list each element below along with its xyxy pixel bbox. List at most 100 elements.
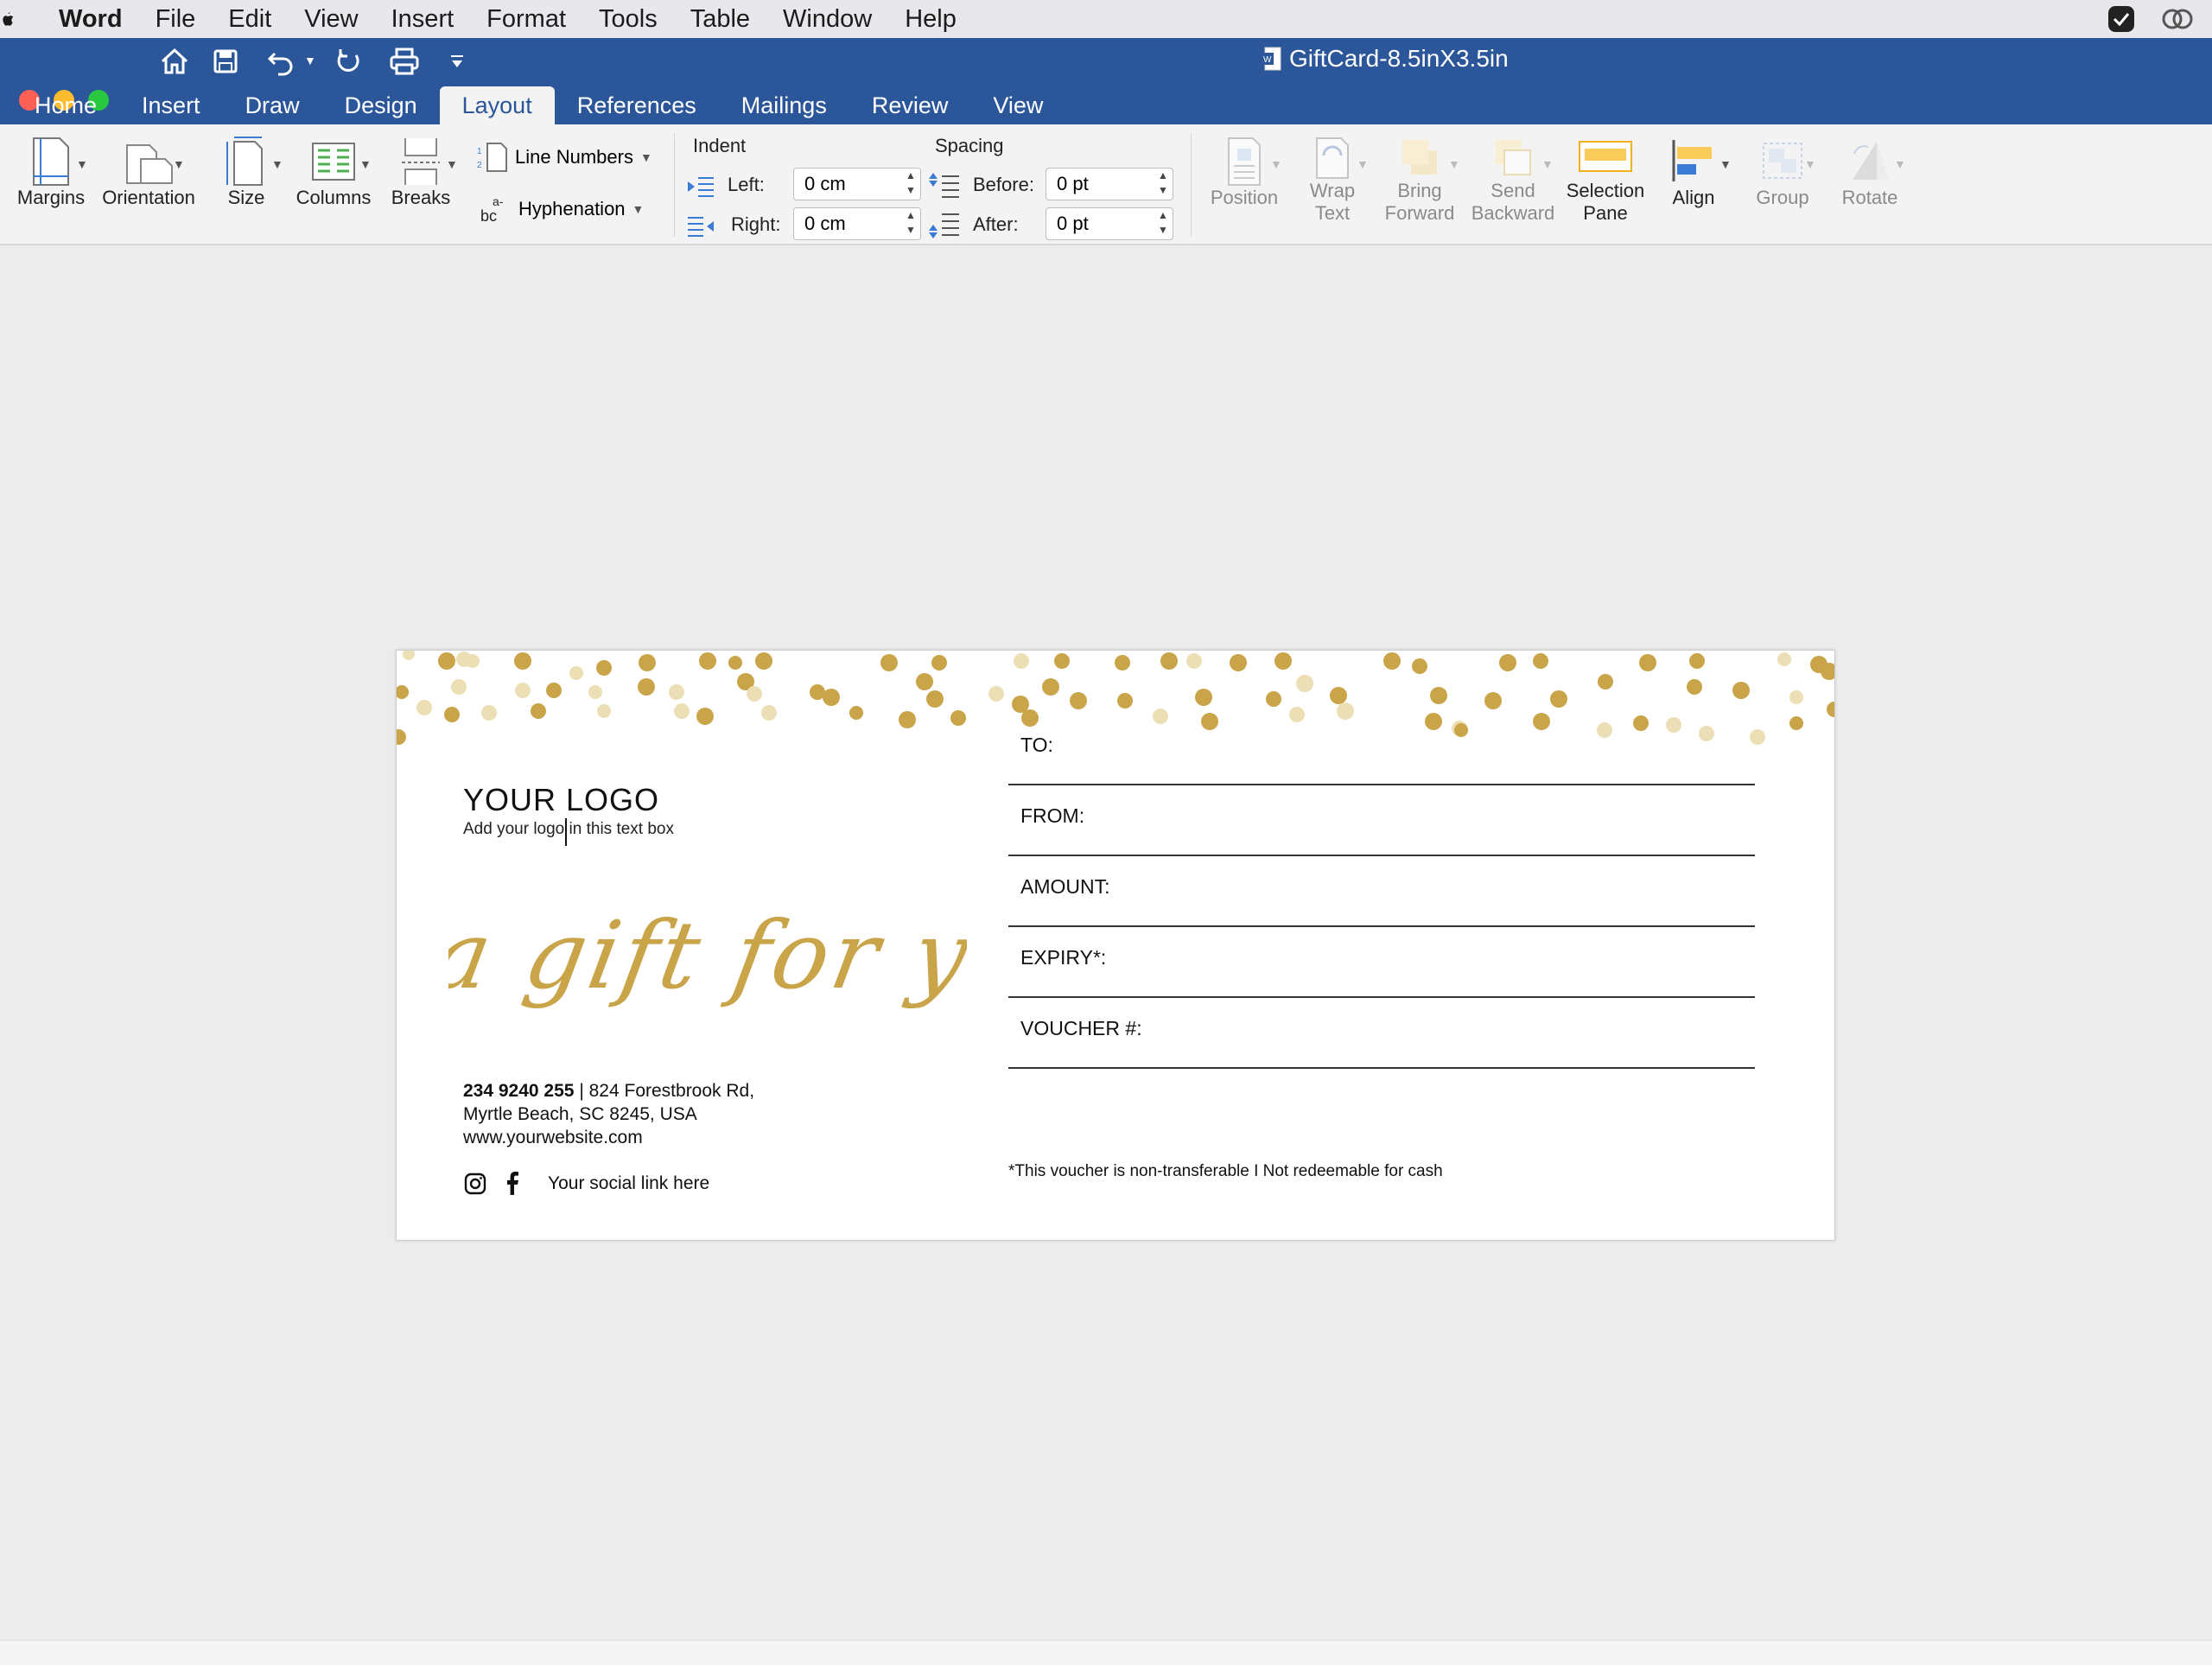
- undo-dropdown-icon[interactable]: ▼: [304, 54, 316, 67]
- menu-format[interactable]: Format: [486, 5, 566, 34]
- orientation-button[interactable]: Orientation: [97, 137, 200, 209]
- line-numbers-dropdown-icon[interactable]: ▼: [640, 150, 652, 164]
- breaks-button[interactable]: Breaks: [384, 137, 458, 209]
- send-backward-button[interactable]: Send Backward: [1467, 137, 1559, 225]
- confetti-dot: [1412, 658, 1427, 674]
- tab-references[interactable]: References: [555, 86, 719, 124]
- voucher-number-field[interactable]: VOUCHER #:: [1008, 998, 1755, 1069]
- send-backward-dropdown-icon[interactable]: ▼: [1541, 157, 1554, 171]
- menu-help[interactable]: Help: [905, 5, 957, 34]
- wrap-text-button[interactable]: Wrap Text: [1296, 137, 1369, 225]
- indent-left-stepper[interactable]: ▲ ▼: [905, 168, 917, 200]
- menu-window[interactable]: Window: [783, 5, 872, 34]
- tab-home[interactable]: Home: [12, 86, 119, 124]
- line-numbers-button[interactable]: 12 Line Numbers ▼: [477, 142, 652, 173]
- margins-button[interactable]: Margins: [12, 137, 90, 209]
- home-icon[interactable]: [159, 47, 190, 76]
- confetti-dot: [1499, 654, 1516, 671]
- hyphenation-dropdown-icon[interactable]: ▼: [632, 202, 645, 216]
- menu-file[interactable]: File: [156, 5, 196, 34]
- orientation-dropdown-icon[interactable]: ▼: [173, 157, 185, 171]
- size-button[interactable]: Size: [207, 137, 285, 209]
- print-icon[interactable]: [389, 47, 420, 76]
- columns-dropdown-icon[interactable]: ▼: [359, 157, 372, 171]
- orientation-label: Orientation: [102, 187, 195, 208]
- bring-forward-dropdown-icon[interactable]: ▼: [1448, 157, 1460, 171]
- creative-cloud-icon[interactable]: [2160, 4, 2195, 34]
- columns-button[interactable]: Columns: [292, 137, 375, 209]
- document-page[interactable]: YOUR LOGO Add your logo in this text box…: [396, 650, 1835, 1241]
- tab-view[interactable]: View: [970, 86, 1065, 124]
- group-label: Group: [1756, 187, 1809, 208]
- contact-block[interactable]: 234 9240 255 | 824 Forestbrook Rd, Myrtl…: [463, 1079, 754, 1149]
- svg-text:W: W: [1263, 55, 1272, 65]
- confetti-dot: [1054, 653, 1070, 669]
- spacing-after-field[interactable]: 0 pt ▲ ▼: [1046, 207, 1173, 240]
- spacing-title: Spacing: [935, 135, 1004, 156]
- indent-right-field[interactable]: 0 cm ▲ ▼: [793, 207, 921, 240]
- tab-mailings[interactable]: Mailings: [719, 86, 849, 124]
- social-row[interactable]: Your social link here: [463, 1172, 709, 1196]
- checkmark-status-icon[interactable]: [2107, 4, 2136, 34]
- redo-icon[interactable]: [334, 47, 363, 76]
- tab-review[interactable]: Review: [849, 86, 971, 124]
- menu-edit[interactable]: Edit: [228, 5, 271, 34]
- selection-pane-button[interactable]: Selection Pane: [1562, 137, 1649, 225]
- send-backward-label-2: Backward: [1471, 202, 1555, 224]
- indent-left-label: Left:: [728, 174, 765, 195]
- tab-layout[interactable]: Layout: [439, 86, 555, 124]
- confetti-dot: [669, 684, 684, 700]
- align-dropdown-icon[interactable]: ▼: [1719, 157, 1732, 171]
- size-dropdown-icon[interactable]: ▼: [271, 157, 283, 171]
- group-dropdown-icon[interactable]: ▼: [1804, 157, 1816, 171]
- hyphenation-button[interactable]: a-bc Hyphenation ▼: [480, 194, 644, 225]
- save-icon[interactable]: [213, 48, 238, 74]
- spacing-before-field[interactable]: 0 pt ▲ ▼: [1046, 168, 1173, 200]
- confetti-dot: [451, 679, 467, 695]
- menu-word[interactable]: Word: [59, 5, 123, 34]
- rotate-dropdown-icon[interactable]: ▼: [1894, 157, 1906, 171]
- menu-table[interactable]: Table: [690, 5, 750, 34]
- tab-insert[interactable]: Insert: [119, 86, 223, 124]
- tab-design[interactable]: Design: [322, 86, 440, 124]
- confetti-dot: [1639, 654, 1656, 671]
- spacing-before-stepper[interactable]: ▲ ▼: [1157, 168, 1169, 200]
- tab-draw[interactable]: Draw: [223, 86, 322, 124]
- voucher-terms-note[interactable]: *This voucher is non-transferable I Not …: [1008, 1162, 1443, 1181]
- menu-tools[interactable]: Tools: [599, 5, 658, 34]
- breaks-dropdown-icon[interactable]: ▼: [446, 157, 458, 171]
- spacing-after-stepper[interactable]: ▲ ▼: [1157, 208, 1169, 239]
- align-button[interactable]: Align: [1661, 137, 1726, 209]
- indent-right-stepper[interactable]: ▲ ▼: [905, 208, 917, 239]
- indent-left-field[interactable]: 0 cm ▲ ▼: [793, 168, 921, 200]
- expiry-field[interactable]: EXPIRY*:: [1008, 927, 1755, 998]
- ribbon-separator: [674, 133, 675, 237]
- from-field[interactable]: FROM:: [1008, 785, 1755, 856]
- menu-view[interactable]: View: [304, 5, 358, 34]
- confetti-dot: [403, 651, 415, 660]
- bring-forward-button[interactable]: Bring Forward: [1377, 137, 1462, 225]
- confetti-dot: [1117, 693, 1133, 709]
- to-field[interactable]: TO:: [1008, 715, 1755, 785]
- menu-insert[interactable]: Insert: [391, 5, 454, 34]
- page-size-icon: [226, 137, 263, 186]
- undo-icon[interactable]: [266, 47, 297, 76]
- position-button[interactable]: Position: [1203, 137, 1286, 209]
- address-line-2: Myrtle Beach, SC 8245, USA: [463, 1104, 697, 1124]
- ribbon-separator: [1191, 133, 1192, 237]
- margins-dropdown-icon[interactable]: ▼: [76, 157, 88, 171]
- confetti-dot: [596, 660, 612, 676]
- logo-instructions[interactable]: Add your logo in this text box: [463, 820, 674, 839]
- amount-field[interactable]: AMOUNT:: [1008, 856, 1755, 927]
- group-button[interactable]: Group: [1745, 137, 1820, 209]
- align-icon: [1672, 140, 1712, 181]
- gift-script-heading[interactable]: a gift for you: [448, 875, 967, 1048]
- rotate-button[interactable]: Rotate: [1834, 137, 1906, 209]
- logo-placeholder[interactable]: YOUR LOGO: [463, 782, 659, 818]
- confetti-dot: [1777, 652, 1791, 666]
- confetti-dot: [1070, 692, 1087, 709]
- position-dropdown-icon[interactable]: ▼: [1270, 157, 1282, 171]
- customize-toolbar-icon[interactable]: [449, 54, 465, 69]
- apple-icon[interactable]: [2, 6, 14, 32]
- wrap-text-dropdown-icon[interactable]: ▼: [1357, 157, 1369, 171]
